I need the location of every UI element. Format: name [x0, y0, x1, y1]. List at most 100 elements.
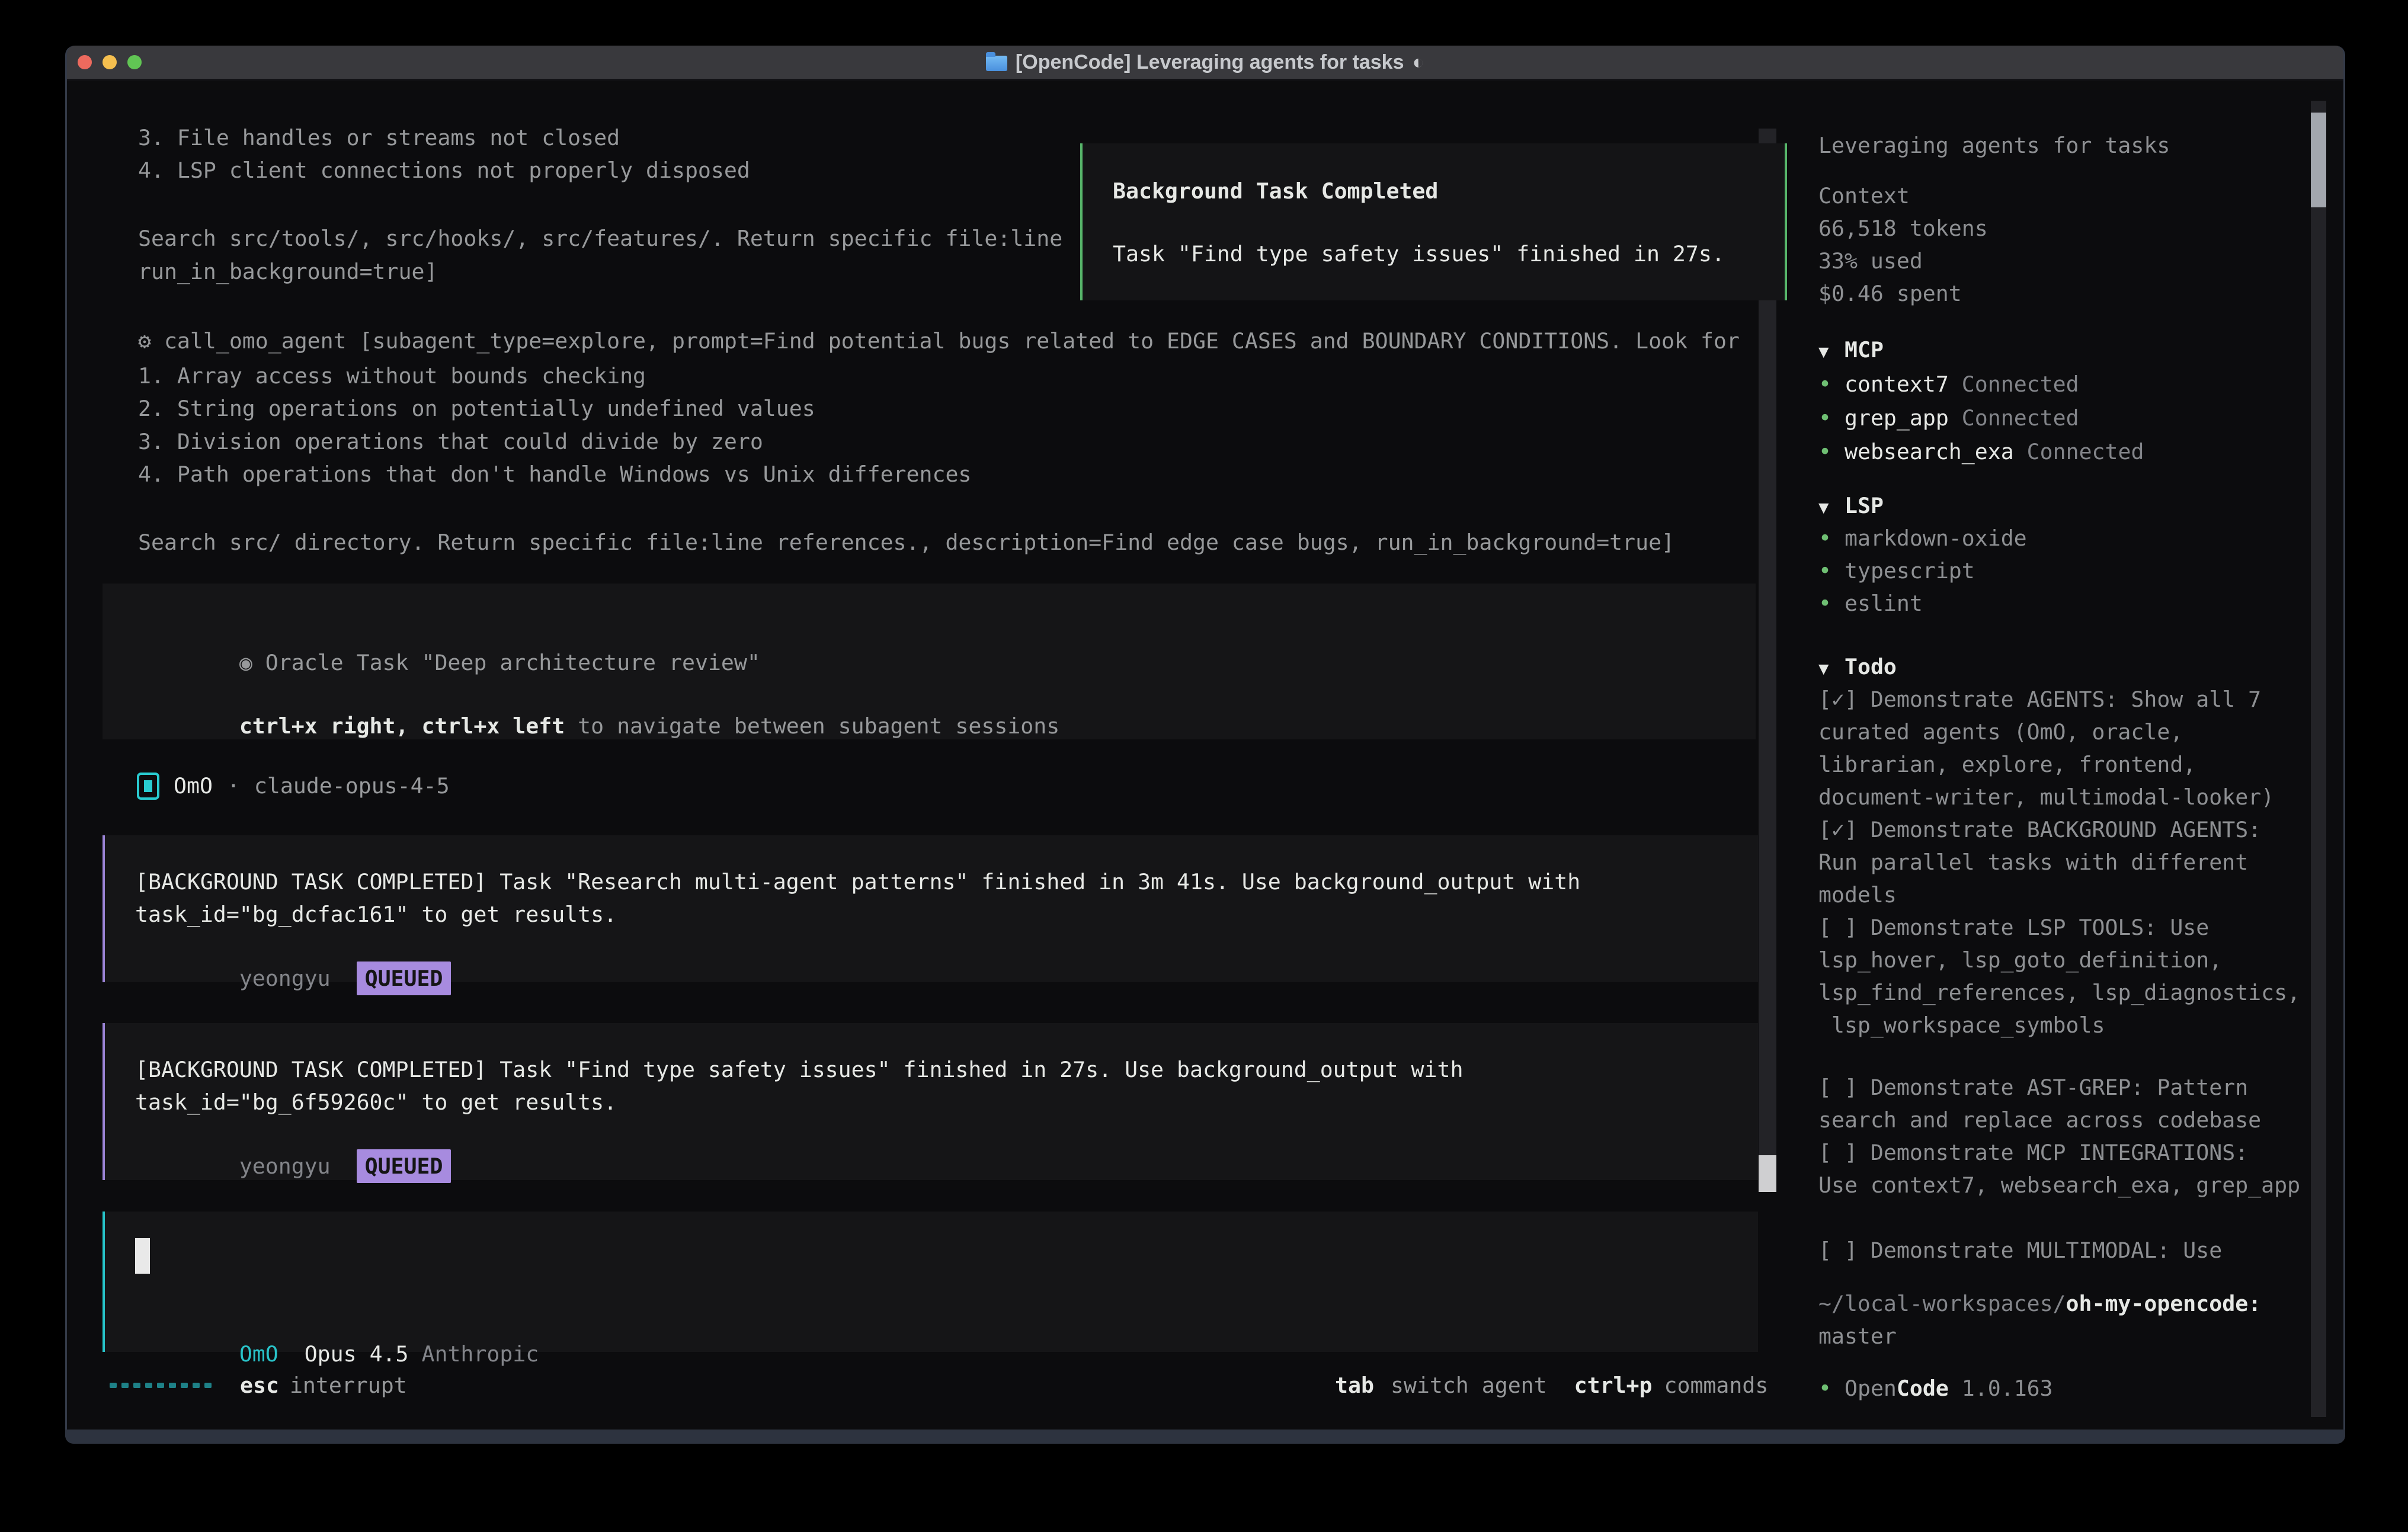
shortcut-keys: ctrl+x right, ctrl+x left [239, 713, 565, 739]
task-message-line: task_id="bg_6f59260c" to get results. [135, 1086, 617, 1118]
zoom-button[interactable] [127, 55, 142, 69]
task-message-line: task_id="bg_dcfac161" to get results. [135, 898, 617, 931]
app-version: 1.0.163 [1962, 1376, 2053, 1401]
todo-section-header[interactable]: ▼Todo [1818, 650, 1897, 685]
statusbar-right: tab switch agent ctrl+p commands [1335, 1369, 1768, 1402]
input-model-name: Opus 4.5 [305, 1341, 409, 1367]
context-tokens: 66,518 tokens [1818, 212, 1988, 245]
agent-icon [137, 773, 159, 800]
todo-line-active: lsp_find_references, lsp_diagnostics, [1818, 976, 2300, 1009]
tool-call-line: ⚙ call_omo_agent [subagent_type=explore,… [138, 325, 1740, 357]
text-cursor [135, 1238, 150, 1274]
terminal-line: run_in_background=true] [138, 255, 437, 288]
todo-line: search and replace across codebase [1818, 1104, 2261, 1136]
ctrlp-key-hint: ctrl+p [1574, 1369, 1653, 1402]
mcp-status: Connected [1962, 405, 2079, 431]
mcp-name: context7 [1845, 371, 1949, 397]
ctrlp-key-label: commands [1664, 1369, 1769, 1402]
green-dot-icon: • [1818, 587, 1845, 620]
shortcut-description: to navigate between subagent sessions [565, 713, 1059, 739]
separator-dot: · [227, 770, 240, 802]
mcp-item: •context7 Connected [1818, 368, 2079, 400]
mcp-status: Connected [1962, 371, 2079, 397]
context-used: 33% used [1818, 245, 1923, 277]
todo-line-active: lsp_hover, lsp_goto_definition, [1818, 944, 2222, 976]
task-message-line: [BACKGROUND TASK COMPLETED] Task "Resear… [135, 866, 1580, 898]
lsp-item: •typescript [1818, 555, 1975, 587]
chevron-down-icon: ▼ [1818, 335, 1845, 368]
window-title: [OpenCode] Leveraging agents for tasks [1016, 46, 1404, 79]
lsp-section-header[interactable]: ▼LSP [1818, 489, 1884, 524]
background-task-toast: Background Task Completed Task "Find typ… [1080, 143, 1787, 300]
todo-heading: Todo [1845, 654, 1897, 680]
todo-line: [ ] Demonstrate AST-GREP: Pattern [1818, 1071, 2248, 1104]
oracle-task-title: Oracle Task "Deep architecture review" [252, 650, 760, 675]
todo-line: document-writer, multimodal-looker) [1818, 781, 2274, 813]
window-bottom-edge [65, 1430, 2345, 1444]
mcp-section-header[interactable]: ▼MCP [1818, 334, 1884, 368]
lsp-name: eslint [1845, 591, 1923, 616]
sidebar-scrollbar-thumb[interactable] [2311, 113, 2326, 207]
lsp-name: typescript [1845, 558, 1975, 584]
input-agent-name: OmO [239, 1341, 278, 1367]
opencode-window: [OpenCode] Leveraging agents for tasks ◐… [65, 46, 2345, 1444]
task-message: [BACKGROUND TASK COMPLETED] Task "Resear… [103, 835, 1758, 982]
chevron-down-icon: ▼ [1818, 491, 1845, 524]
workspace-branch: master [1818, 1320, 1897, 1352]
todo-line-active: [ ] Demonstrate LSP TOOLS: Use [1818, 911, 2209, 944]
title-bar: [OpenCode] Leveraging agents for tasks ◐ [67, 46, 2343, 81]
statusbar-left: esc interrupt [110, 1369, 407, 1402]
todo-line: [✓] Demonstrate BACKGROUND AGENTS: [1818, 813, 2261, 846]
terminal-line: Search src/tools/, src/hooks/, src/featu… [138, 222, 1062, 255]
session-state-icon: ◐ [1413, 46, 1425, 79]
toast-title: Background Task Completed [1113, 175, 1438, 207]
main-scrollbar-thumb[interactable] [1759, 1155, 1776, 1192]
todo-line: [ ] Demonstrate MULTIMODAL: Use [1818, 1234, 2222, 1267]
input-provider-name: Anthropic [422, 1341, 539, 1367]
session-title: Leveraging agents for tasks [1818, 129, 2170, 162]
green-dot-icon: • [1818, 402, 1845, 434]
task-message-line: [BACKGROUND TASK COMPLETED] Task "Find t… [135, 1053, 1463, 1086]
agent-header: OmO · claude-opus-4-5 [137, 770, 450, 802]
desktop: [OpenCode] Leveraging agents for tasks ◐… [0, 0, 2408, 1532]
green-dot-icon: • [1818, 435, 1845, 468]
esc-key-label: interrupt [290, 1369, 407, 1402]
mcp-heading: MCP [1845, 337, 1884, 363]
agent-name: OmO [174, 770, 213, 802]
task-user: yeongyu [239, 966, 331, 991]
path-repo: oh-my-opencode: [2066, 1291, 2262, 1316]
oracle-task-panel: ◉ Oracle Task "Deep architecture review"… [103, 584, 1756, 739]
mcp-name: grep_app [1845, 405, 1949, 431]
task-message: [BACKGROUND TASK COMPLETED] Task "Find t… [103, 1023, 1758, 1180]
terminal-line: 4. Path operations that don't handle Win… [138, 458, 971, 491]
prompt-input[interactable]: OmO Opus 4.5 Anthropic [103, 1212, 1758, 1352]
todo-line: [ ] Demonstrate MCP INTEGRATIONS: [1818, 1136, 2248, 1169]
todo-line: models [1818, 879, 1897, 911]
mcp-item: •grep_app Connected [1818, 402, 2079, 434]
mcp-name: websearch_exa [1845, 439, 2014, 464]
status-badge: QUEUED [357, 1149, 451, 1183]
lsp-name: markdown-oxide [1845, 525, 2027, 551]
folder-icon [986, 56, 1007, 71]
task-user: yeongyu [239, 1153, 331, 1179]
agent-model: claude-opus-4-5 [254, 770, 450, 802]
path-prefix: ~/local-workspaces/ [1818, 1291, 2066, 1316]
app-name-em: Code [1897, 1376, 1949, 1401]
todo-line-active: lsp_workspace_symbols [1818, 1009, 2105, 1041]
tab-key-label: switch agent [1391, 1369, 1547, 1402]
terminal-line: 3. File handles or streams not closed [138, 121, 620, 154]
progress-dashes-icon [110, 1383, 212, 1388]
terminal-line: 3. Division operations that could divide… [138, 425, 763, 458]
terminal-line: 1. Array access without bounds checking [138, 360, 646, 392]
workspace-path: ~/local-workspaces/oh-my-opencode: [1818, 1287, 2261, 1320]
green-dot-icon: • [1818, 522, 1845, 555]
lsp-item: •eslint [1818, 587, 1923, 620]
minimize-button[interactable] [103, 55, 117, 69]
terminal-line: 4. LSP client connections not properly d… [138, 154, 750, 187]
green-dot-icon: • [1818, 555, 1845, 587]
close-button[interactable] [78, 55, 92, 69]
todo-line: librarian, explore, frontend, [1818, 748, 2196, 781]
sidebar-scrollbar[interactable] [2311, 101, 2326, 1417]
window-title-group: [OpenCode] Leveraging agents for tasks ◐ [986, 46, 1424, 79]
terminal-line: Search src/ directory. Return specific f… [138, 526, 1674, 559]
